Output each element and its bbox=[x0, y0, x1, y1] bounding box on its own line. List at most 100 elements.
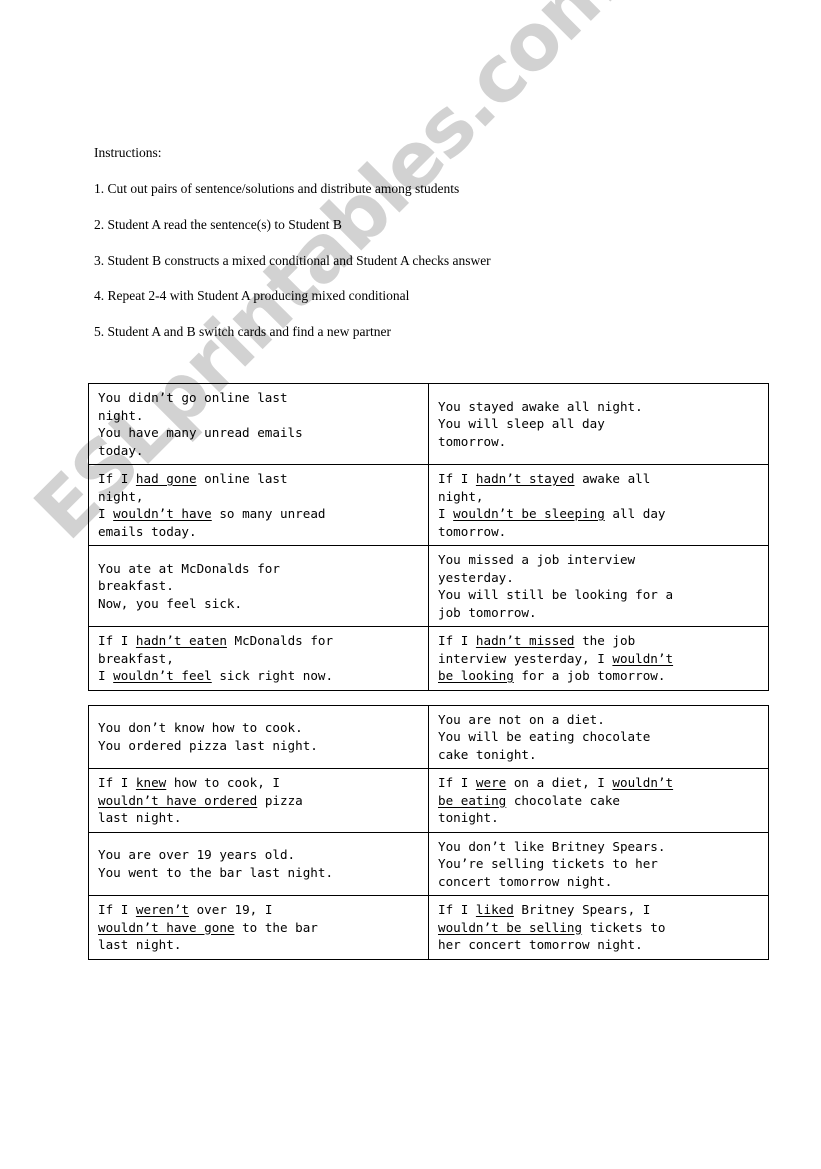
card-line: You don’t know how to cook. bbox=[98, 719, 421, 737]
card-cell: You stayed awake all night. You will slee… bbox=[428, 383, 769, 465]
card-text: tonight. bbox=[438, 810, 499, 825]
card-cell: If I were on a diet, I wouldn’t be eating… bbox=[428, 768, 769, 833]
card-line: be eating chocolate cake bbox=[438, 792, 761, 810]
card-line: be looking for a job tomorrow. bbox=[438, 667, 761, 685]
card-cell: You are not on a diet. You will be eating… bbox=[428, 704, 769, 769]
card-text: night, bbox=[438, 488, 484, 504]
underlined-answer: liked bbox=[475, 902, 514, 917]
card-line: You have many unread emails bbox=[98, 424, 421, 442]
card-text: awake all bbox=[574, 471, 651, 486]
underlined-answer: wouldn’t be sleeping bbox=[453, 506, 605, 521]
card-cell: You missed a job interview yesterday. You … bbox=[428, 545, 769, 627]
table-row: You don’t know how to cook. You ordered p… bbox=[88, 704, 769, 769]
card-text: You ordered pizza last night. bbox=[98, 737, 318, 753]
card-text: You will sleep all day bbox=[438, 416, 605, 432]
card-cell: You ate at McDonalds for breakfast. Now, y… bbox=[88, 545, 429, 627]
card-cell: If I hadn’t stayed awake all night, I woul… bbox=[428, 464, 769, 546]
card-cell: You didn’t go online last night. You have … bbox=[88, 383, 429, 465]
card-line: You’re selling tickets to her bbox=[438, 855, 761, 873]
underlined-answer: wouldn’t have gone bbox=[98, 919, 235, 935]
card-text: last night. bbox=[98, 937, 182, 952]
underlined-answer: wouldn’t bbox=[612, 775, 674, 790]
card-line: job tomorrow. bbox=[438, 604, 761, 622]
card-line: wouldn’t have gone to the bar bbox=[98, 919, 421, 937]
card-cell: You don’t like Britney Spears. You’re sel… bbox=[428, 831, 769, 896]
table-row: You ate at McDonalds for breakfast. Now, y… bbox=[88, 545, 769, 627]
card-line: You are not on a diet. bbox=[438, 711, 761, 729]
underlined-answer: weren’t bbox=[135, 902, 189, 917]
card-text: over 19, I bbox=[189, 902, 273, 917]
card-line: wouldn’t have ordered pizza bbox=[98, 792, 421, 810]
card-text: You missed a job interview bbox=[438, 552, 636, 567]
card-line: If I knew how to cook, I bbox=[98, 774, 421, 792]
card-line: You are over 19 years old. bbox=[98, 846, 421, 864]
card-text: If I bbox=[98, 902, 136, 917]
card-text: the job bbox=[574, 633, 636, 648]
card-line: today. bbox=[98, 442, 421, 460]
card-text: tomorrow. bbox=[438, 433, 507, 449]
card-text: You don’t like Britney Spears. bbox=[438, 838, 666, 854]
underlined-answer: knew bbox=[135, 775, 167, 790]
card-cell: If I knew how to cook, Iwouldn’t have or… bbox=[88, 768, 429, 833]
card-line: If I were on a diet, I wouldn’t bbox=[438, 774, 761, 792]
instruction-step-2: 2. Student A read the sentence(s) to Stu… bbox=[94, 216, 342, 232]
card-line: tomorrow. bbox=[438, 433, 761, 451]
card-line: emails today. bbox=[98, 523, 421, 541]
card-line: You ate at McDonalds for bbox=[98, 560, 421, 578]
underlined-answer: wouldn’t have ordered bbox=[98, 792, 258, 808]
card-text: all day bbox=[604, 506, 666, 521]
card-text: night. bbox=[98, 407, 144, 423]
card-text: interview yesterday, I bbox=[438, 650, 613, 666]
table-row: If I weren’t over 19, Iwouldn’t have gon… bbox=[88, 895, 769, 960]
card-line: yesterday. bbox=[438, 569, 761, 587]
underlined-answer: had gone bbox=[135, 471, 197, 486]
card-line: I wouldn’t be sleeping all day bbox=[438, 505, 761, 523]
card-table: You don’t know how to cook. You ordered p… bbox=[88, 704, 769, 960]
card-line: tomorrow. bbox=[438, 523, 761, 541]
underlined-answer: hadn’t missed bbox=[475, 633, 575, 648]
card-text: If I bbox=[438, 902, 476, 917]
card-line: If I liked Britney Spears, I bbox=[438, 901, 761, 919]
card-text: McDonalds for bbox=[226, 633, 334, 648]
card-line: breakfast, bbox=[98, 650, 421, 668]
card-text: You ate at McDonalds for bbox=[98, 560, 280, 576]
card-cell: If I weren’t over 19, Iwouldn’t have gon… bbox=[88, 895, 429, 960]
card-cell: You are over 19 years old. You went to th… bbox=[88, 831, 429, 896]
card-text: cake tonight. bbox=[438, 746, 537, 762]
instruction-step-4: 4. Repeat 2-4 with Student A producing m… bbox=[94, 288, 410, 304]
card-line: If I hadn’t missed the job bbox=[438, 632, 761, 650]
table-row: You didn’t go online last night. You have … bbox=[88, 383, 769, 465]
card-text: pizza bbox=[257, 792, 303, 808]
card-line: concert tomorrow night. bbox=[438, 873, 761, 891]
card-text: concert tomorrow night. bbox=[438, 873, 613, 889]
card-text: yesterday. bbox=[438, 569, 514, 585]
card-line: tonight. bbox=[438, 809, 761, 827]
card-line: You stayed awake all night. bbox=[438, 398, 761, 416]
card-line: cake tonight. bbox=[438, 746, 761, 764]
card-line: interview yesterday, I wouldn’t bbox=[438, 650, 761, 668]
card-line: wouldn’t be selling tickets to bbox=[438, 919, 761, 937]
card-line: last night. bbox=[98, 809, 421, 827]
card-text: online last bbox=[196, 471, 288, 486]
card-text: for a job tomorrow. bbox=[513, 668, 666, 683]
instructions-block: Instructions: 1. Cut out pairs of senten… bbox=[94, 145, 694, 361]
card-text: her concert tomorrow night. bbox=[438, 937, 643, 952]
card-text: breakfast, bbox=[98, 650, 174, 666]
card-text: If I bbox=[98, 471, 136, 486]
card-text: on a diet, I bbox=[506, 775, 613, 790]
card-line: If I weren’t over 19, I bbox=[98, 901, 421, 919]
card-text: tomorrow. bbox=[438, 523, 507, 539]
table-row: If I had gone online last night, I wouldn’… bbox=[88, 464, 769, 546]
card-text: today. bbox=[98, 442, 144, 458]
underlined-answer: wouldn’t have bbox=[113, 506, 212, 521]
card-cell: If I hadn’t missed the job interview yest… bbox=[428, 626, 769, 691]
card-text: so many unread bbox=[211, 506, 326, 521]
card-text: You are over 19 years old. bbox=[98, 847, 296, 863]
card-line: If I hadn’t stayed awake all bbox=[438, 470, 761, 488]
card-text: I bbox=[438, 506, 454, 521]
table-row: You are over 19 years old. You went to th… bbox=[88, 831, 769, 896]
card-line: night, bbox=[98, 488, 421, 506]
card-text: chocolate cake bbox=[506, 792, 620, 808]
card-text: Britney Spears, I bbox=[513, 902, 651, 917]
card-text: If I bbox=[438, 775, 476, 790]
